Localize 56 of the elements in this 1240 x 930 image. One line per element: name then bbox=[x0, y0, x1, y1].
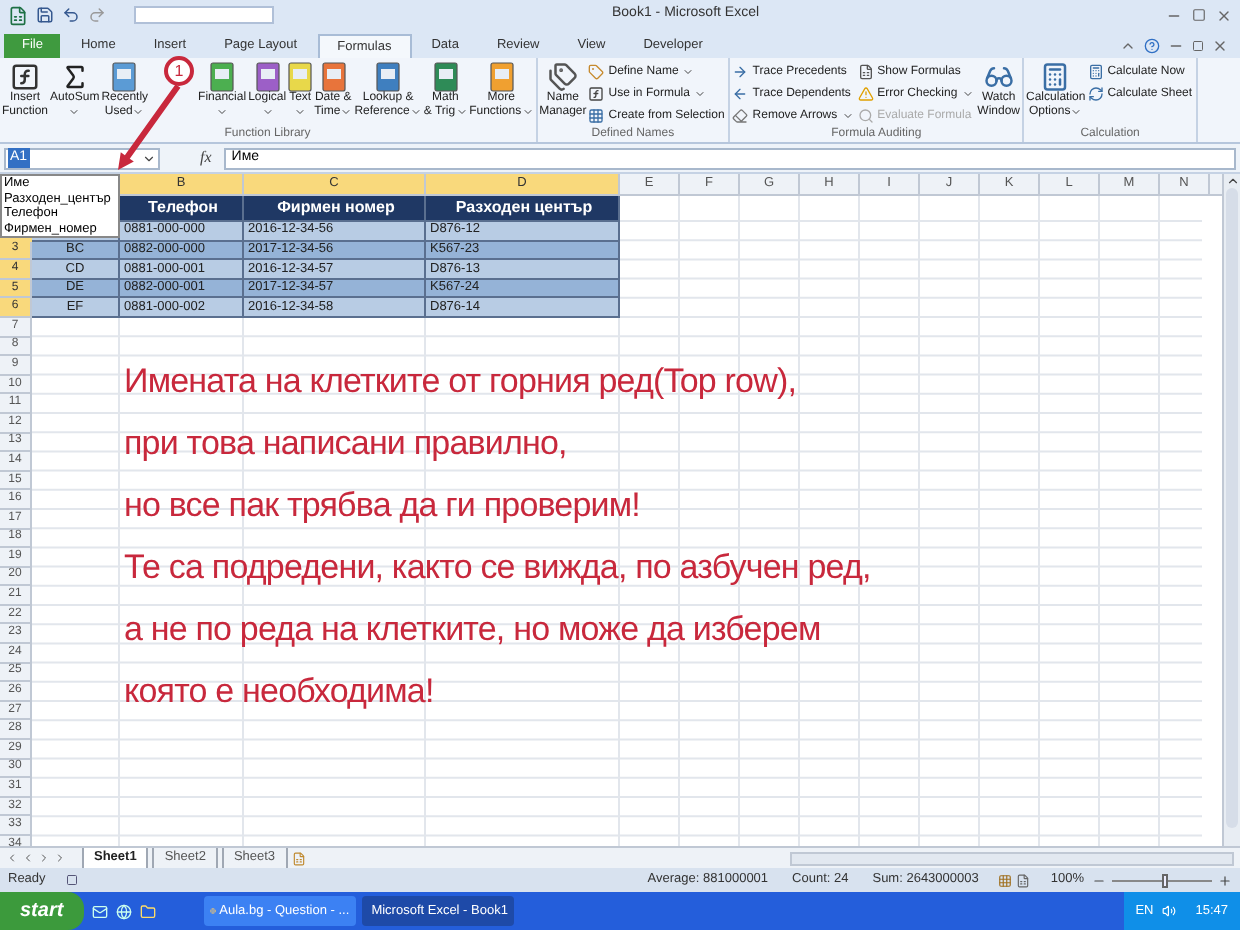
browser-icon[interactable] bbox=[115, 903, 132, 919]
annotation-text: Имената на клетките от горния ред(Top row), bbox=[124, 360, 797, 404]
zoom-in-icon[interactable] bbox=[1218, 873, 1232, 887]
annotation-text: но все пак трябва да ги проверим! bbox=[124, 484, 641, 528]
mail-icon[interactable] bbox=[91, 903, 108, 919]
horizontal-scrollbar[interactable] bbox=[789, 851, 1234, 865]
eraser-icon bbox=[732, 108, 749, 124]
macro-record-icon[interactable] bbox=[65, 874, 78, 886]
annotation-text: при това написани правилно, bbox=[124, 422, 567, 466]
function-icon bbox=[10, 61, 40, 91]
header-cell: Фирмен номер bbox=[244, 196, 426, 222]
grid-icon bbox=[588, 108, 605, 124]
speaker-icon[interactable] bbox=[1161, 904, 1176, 918]
undo-icon[interactable] bbox=[62, 6, 80, 24]
arrow-right-icon bbox=[732, 64, 749, 80]
glasses-icon bbox=[983, 61, 1014, 91]
new-sheet-icon[interactable] bbox=[291, 851, 306, 865]
last-sheet-icon[interactable] bbox=[54, 852, 66, 864]
help-icon[interactable] bbox=[1144, 38, 1160, 54]
annotation-text: а не по реда на клетките, но може да изберем bbox=[124, 608, 821, 652]
function-icon bbox=[588, 86, 605, 102]
prev-sheet-icon[interactable] bbox=[22, 852, 34, 864]
normal-view-icon[interactable] bbox=[998, 873, 1013, 887]
warning-icon bbox=[857, 86, 874, 102]
folder-icon[interactable] bbox=[139, 903, 156, 919]
browser-icon bbox=[209, 904, 216, 918]
formula-fx-button[interactable]: fx bbox=[194, 146, 218, 170]
start-button[interactable]: start bbox=[0, 892, 84, 930]
header-cell: Разходен център bbox=[426, 196, 620, 222]
zoom-slider-thumb[interactable] bbox=[1162, 873, 1168, 887]
toolbar-field[interactable] bbox=[134, 6, 274, 24]
page-layout-icon[interactable] bbox=[1016, 873, 1031, 887]
calculator-icon bbox=[1040, 61, 1071, 91]
header-cell: Телефон bbox=[120, 196, 244, 222]
refresh-icon bbox=[1087, 86, 1104, 102]
scrollbar-thumb[interactable] bbox=[1226, 188, 1238, 828]
close-icon[interactable] bbox=[1216, 7, 1232, 23]
scroll-up-icon[interactable] bbox=[1225, 174, 1239, 188]
collapse-ribbon-icon[interactable] bbox=[1120, 38, 1136, 54]
redo-icon[interactable] bbox=[88, 6, 106, 24]
sheet-icon bbox=[857, 64, 874, 80]
annotation-text: Те са подредени, както се вижда, по азбучен ред, bbox=[124, 546, 871, 590]
annotation-text: която е необходима! bbox=[124, 670, 434, 714]
calculator-icon bbox=[1087, 64, 1104, 80]
first-sheet-icon[interactable] bbox=[6, 852, 18, 864]
next-sheet-icon[interactable] bbox=[38, 852, 50, 864]
save-icon[interactable] bbox=[36, 6, 54, 24]
magnifier-icon bbox=[857, 108, 874, 124]
excel-logo-icon bbox=[8, 5, 28, 25]
tags-icon bbox=[547, 61, 578, 91]
vertical-scrollbar[interactable] bbox=[1222, 174, 1240, 846]
maximize-icon[interactable] bbox=[1192, 7, 1206, 21]
restore-icon[interactable] bbox=[1192, 40, 1204, 52]
tag-icon bbox=[588, 64, 605, 80]
close-icon[interactable] bbox=[1212, 38, 1228, 54]
arrow-left-icon bbox=[732, 86, 749, 102]
